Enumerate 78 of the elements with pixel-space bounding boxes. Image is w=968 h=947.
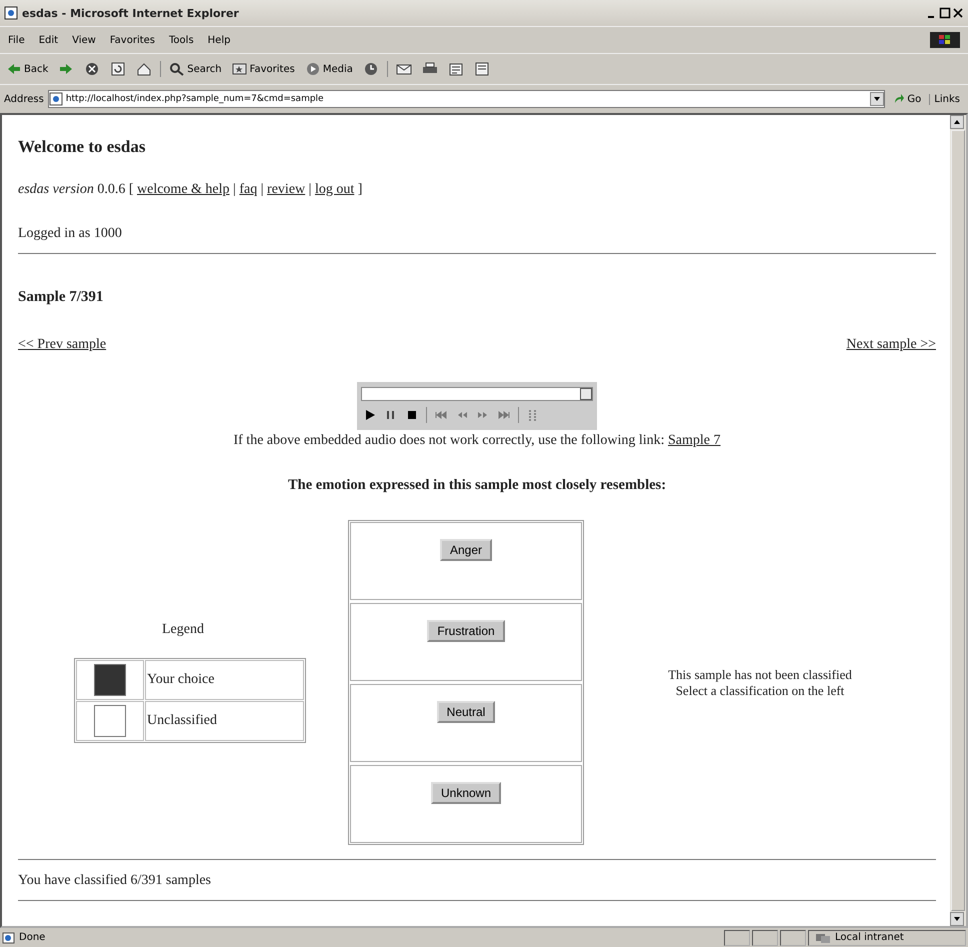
favorites-button[interactable]: Favorites xyxy=(230,62,297,76)
page-icon xyxy=(4,6,18,20)
history-icon xyxy=(362,62,379,76)
nav-link[interactable]: review xyxy=(267,182,306,197)
skip-forward-icon[interactable] xyxy=(497,408,511,422)
status-pane xyxy=(752,930,778,946)
flag-icon xyxy=(938,34,952,46)
vertical-scrollbar[interactable] xyxy=(950,115,966,926)
forward-arrow-icon xyxy=(58,62,74,76)
separator-text: | xyxy=(260,182,264,197)
legend-label: Your choice xyxy=(147,672,214,687)
menu-item[interactable]: Tools xyxy=(169,34,194,46)
status-pane xyxy=(724,930,750,946)
favorites-icon xyxy=(232,62,248,76)
menu-item[interactable]: File xyxy=(8,34,25,46)
classification-button[interactable]: Unknown xyxy=(430,782,502,804)
play-icon[interactable] xyxy=(363,408,377,422)
prev-sample-link[interactable]: << Prev sample xyxy=(18,336,106,354)
media-button[interactable]: Media xyxy=(302,62,355,76)
separator-text: | xyxy=(308,182,312,197)
status-text: Done xyxy=(19,932,46,943)
classification-button[interactable]: Anger xyxy=(440,539,492,561)
search-icon xyxy=(169,62,186,76)
go-button[interactable]: Go xyxy=(889,93,926,105)
back-arrow-icon xyxy=(6,62,22,76)
mail-button[interactable] xyxy=(394,62,414,76)
classification-status-text: Select a classification on the left xyxy=(674,682,846,698)
menu-item[interactable]: View xyxy=(72,34,96,46)
mail-icon xyxy=(396,62,412,76)
page-icon xyxy=(2,932,16,944)
scroll-up-icon[interactable] xyxy=(950,115,964,129)
menu-item[interactable]: Favorites xyxy=(110,34,156,46)
classification-status-text: This sample has not been classified xyxy=(667,666,853,682)
login-text: Logged in as 1000 xyxy=(18,225,123,243)
nav-link[interactable]: log out xyxy=(314,182,354,197)
scroll-thumb[interactable] xyxy=(951,130,965,911)
stop-icon xyxy=(84,62,100,76)
classification-button[interactable]: Frustration xyxy=(427,620,505,642)
search-button[interactable]: Search xyxy=(167,62,224,76)
back-button[interactable]: Back xyxy=(4,62,50,76)
address-field[interactable]: http://localhost/index.php?sample_num=7&cmd=sample xyxy=(48,90,886,108)
home-icon xyxy=(136,62,152,76)
sample-title: Sample 7/391 xyxy=(18,288,104,306)
skip-back-icon[interactable] xyxy=(434,408,448,422)
maximize-icon[interactable] xyxy=(939,7,951,19)
next-sample-link[interactable]: Next sample >> xyxy=(846,336,936,354)
seek-thumb[interactable] xyxy=(580,388,592,400)
page-icon xyxy=(48,92,63,106)
page-heading: Welcome to esdas xyxy=(18,137,146,157)
classification-button[interactable]: Neutral xyxy=(436,701,496,723)
nav-link[interactable]: faq xyxy=(239,182,258,197)
links-button[interactable]: Links xyxy=(929,94,964,104)
legend-title: Legend xyxy=(162,622,204,638)
bracket-text: [ xyxy=(128,182,134,197)
sample-link[interactable]: Sample 7 xyxy=(668,433,721,448)
stop-icon[interactable] xyxy=(405,408,419,422)
separator-text: | xyxy=(233,182,236,197)
version-text: esdas version 0.0.6 xyxy=(18,182,126,197)
nav-link[interactable]: welcome & help xyxy=(137,182,230,197)
address-label: Address xyxy=(4,94,44,104)
scroll-down-icon[interactable] xyxy=(950,912,964,926)
status-pane xyxy=(780,930,806,946)
question-text: The emotion expressed in this sample most closely resembles: xyxy=(286,476,668,494)
legend-label: Unclassified xyxy=(147,713,217,728)
menu-item[interactable]: Help xyxy=(208,34,230,46)
go-arrow-icon xyxy=(893,93,906,105)
intranet-icon xyxy=(815,932,831,944)
audio-fallback-text: If the above embedded audio does not work correctly, use the following link: xyxy=(233,433,665,448)
printer-icon xyxy=(422,62,438,76)
progress-text: You have classified 6/391 samples xyxy=(18,872,212,890)
refresh-icon xyxy=(110,62,126,76)
dropdown-icon[interactable] xyxy=(870,92,884,106)
bracket-text: ] xyxy=(358,182,362,197)
close-icon[interactable] xyxy=(952,7,964,19)
zone-text: Local intranet xyxy=(835,932,904,943)
media-icon xyxy=(304,62,321,76)
window-title: esdas - Microsoft Internet Explorer xyxy=(22,6,240,20)
menu-item[interactable]: Edit xyxy=(38,34,58,46)
